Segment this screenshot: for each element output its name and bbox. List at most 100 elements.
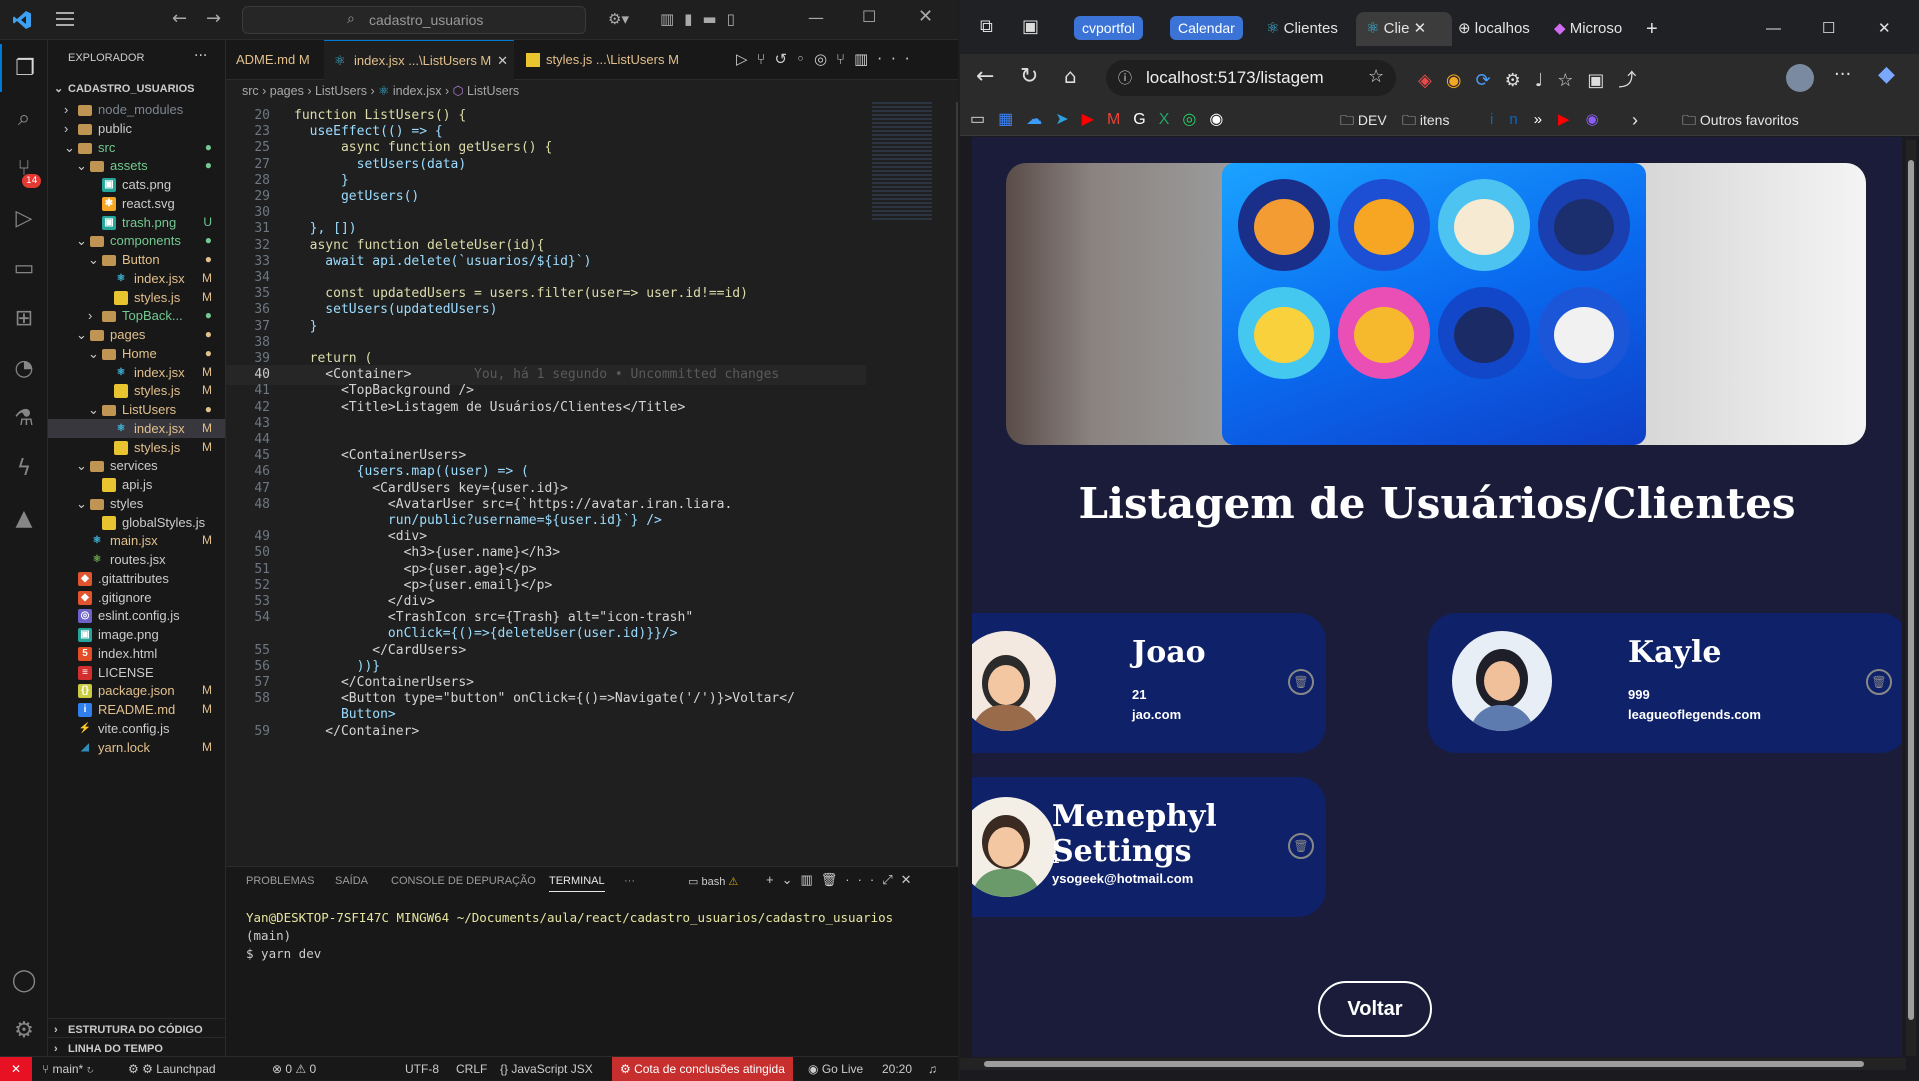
bell-icon[interactable]: ♫ [928, 1057, 937, 1081]
tree-file[interactable]: 5 index.html [48, 644, 225, 663]
explorer-icon[interactable]: ❐ [0, 44, 48, 92]
minimize-icon[interactable]: — [1766, 12, 1781, 46]
new-tab-button[interactable]: + [1646, 12, 1658, 46]
search-activity-icon[interactable]: ⌕ [0, 94, 48, 142]
tree-file[interactable]: ⚛ index.jsx M [48, 269, 225, 288]
remote-indicator[interactable]: ✕ [0, 1057, 32, 1081]
tree-folder[interactable]: › public [48, 119, 225, 138]
favorite-icons-row[interactable]: ▭▦☁➤▶MGX◎◉ [970, 110, 1236, 130]
account-icon[interactable]: ◯ [0, 956, 48, 1004]
favorite-folder-dev[interactable]: 🗀 DEV [1340, 110, 1387, 130]
address-bar[interactable]: ⓘ localhost:5173/listagem ☆ [1106, 60, 1396, 96]
root-folder[interactable]: ⌄ CADASTRO_USUARIOS [48, 78, 225, 101]
close-tab-icon[interactable]: ✕ [497, 41, 508, 81]
tree-folder[interactable]: ⌄ assets ● [48, 156, 225, 175]
page-scrollbar[interactable] [1906, 140, 1916, 1056]
tab-debug-console[interactable]: CONSOLE DE DEPURAÇÃO [391, 875, 536, 887]
tab-readme[interactable]: ADME.md M [226, 40, 324, 80]
thunder-client-icon[interactable]: ϟ [0, 444, 48, 492]
minimize-icon[interactable]: — [808, 8, 824, 27]
back-icon[interactable]: ← [976, 64, 994, 89]
trash-icon[interactable]: 🗑 [1288, 669, 1314, 695]
tree-file[interactable]: ▣ trash.png U [48, 213, 225, 232]
tab-microsoft[interactable]: ◆ Microso [1554, 12, 1622, 46]
tree-folder[interactable]: ⌄ services [48, 456, 225, 475]
tree-folder[interactable]: ⌄ components ● [48, 231, 225, 250]
tree-file[interactable]: ⚛ main.jsx M [48, 531, 225, 550]
url-text[interactable]: localhost:5173/listagem [1146, 68, 1324, 88]
trash-icon[interactable]: 🗑 [1288, 833, 1314, 859]
tab-localhost[interactable]: ⊕ localhos [1458, 12, 1530, 46]
settings-gear-icon[interactable]: ⚙ [0, 1006, 48, 1054]
close-tab-icon[interactable]: ✕ [1414, 20, 1427, 37]
command-center-search[interactable]: ⌕ cadastro_usuarios [242, 6, 586, 34]
more-menu-icon[interactable]: ··· [1834, 64, 1851, 85]
tab-terminal[interactable]: TERMINAL [549, 875, 605, 892]
tree-file[interactable]: styles.js M [48, 381, 225, 400]
tree-file[interactable]: ⚛ index.jsx M [48, 418, 225, 438]
extensions-icon[interactable]: ⊞ [0, 294, 48, 342]
close-icon[interactable]: ✕ [918, 6, 933, 27]
profile-avatar[interactable] [1786, 64, 1814, 92]
tab-group-calendar[interactable]: Calendar [1170, 16, 1243, 40]
tree-file[interactable]: {} package.json M [48, 681, 225, 700]
launchpad-status[interactable]: ⚙ ⚙ Launchpad [128, 1057, 216, 1081]
back-arrow-icon[interactable]: ← [172, 8, 187, 29]
tree-file[interactable]: i README.md M [48, 700, 225, 719]
favorite-star-icon[interactable]: ☆ [1368, 66, 1384, 87]
tree-folder[interactable]: ⌄ ListUsers ● [48, 400, 225, 419]
favorite-folder-itens[interactable]: 🗀 itens [1402, 110, 1449, 130]
extension-icons[interactable]: ◈◉⟳⚙♩☆▣⤴ [1418, 66, 1650, 92]
more-icon[interactable]: ··· [624, 875, 635, 887]
eol-status[interactable]: CRLF [456, 1057, 487, 1081]
tree-file[interactable]: ✱ react.svg [48, 194, 225, 213]
tab-actions-icon[interactable]: ▣ [1022, 16, 1039, 37]
timeline-section[interactable]: › LINHA DO TEMPO [48, 1037, 225, 1056]
terminal-actions[interactable]: +⌄▥🗑···⤢✕ [766, 872, 920, 888]
terminal-selector[interactable]: ▭ bash ⚠ [688, 875, 738, 888]
editor-actions[interactable]: ▷⑂↺◦◎⑂▥··· [736, 50, 919, 68]
copilot-icon[interactable]: ◆ [1878, 62, 1895, 87]
workspaces-icon[interactable]: ⧉ [980, 16, 993, 37]
horizontal-scrollbar[interactable] [960, 1058, 1906, 1070]
minimap[interactable] [866, 102, 956, 866]
info-icon[interactable]: ⓘ [1118, 68, 1132, 88]
tab-output[interactable]: SAÍDA [335, 875, 368, 887]
tab-clientes-active[interactable]: ⚛ Clie ✕ [1356, 12, 1452, 46]
tree-file[interactable]: ◆ .gitignore [48, 588, 225, 607]
tree-file[interactable]: ▣ cats.png [48, 175, 225, 194]
back-button[interactable]: Voltar [1318, 981, 1432, 1037]
editor-scrollbar[interactable] [956, 102, 958, 866]
tree-file[interactable]: styles.js M [48, 288, 225, 307]
source-control-icon[interactable]: ⑂ 14 [0, 144, 48, 192]
tab-index-jsx[interactable]: ⚛ index.jsx ...\ListUsers M ✕ [324, 40, 514, 80]
tree-file[interactable]: api.js [48, 475, 225, 494]
tree-file[interactable]: ◎ eslint.config.js [48, 606, 225, 625]
tree-file[interactable]: ⚛ index.jsx M [48, 363, 225, 382]
testing-icon[interactable]: ⚗ [0, 394, 48, 442]
tab-group-cvportfolio[interactable]: cvportfol [1074, 16, 1143, 40]
tree-folder[interactable]: ⌄ Button ● [48, 250, 225, 269]
tab-clientes[interactable]: ⚛ Clientes [1266, 12, 1338, 46]
menu-icon[interactable] [56, 12, 74, 26]
more-actions-icon[interactable]: ··· [194, 48, 207, 64]
remote-explorer-icon[interactable]: ▭ [0, 244, 48, 292]
maximize-icon[interactable]: ☐ [1822, 12, 1835, 46]
tab-styles-js[interactable]: styles.js ...\ListUsers M [516, 40, 686, 80]
tree-file[interactable]: styles.js M [48, 438, 225, 457]
maximize-icon[interactable]: ☐ [862, 7, 876, 26]
deploy-icon[interactable]: ▲ [0, 494, 48, 542]
tree-file[interactable]: globalStyles.js [48, 513, 225, 532]
tree-file[interactable]: ⚛ routes.jsx [48, 550, 225, 569]
tree-file[interactable]: ⚡ vite.config.js [48, 719, 225, 738]
more-favorites-chevron-icon[interactable]: › [1632, 110, 1638, 130]
tree-folder[interactable]: ⌄ Home ● [48, 344, 225, 363]
encoding-status[interactable]: UTF-8 [405, 1057, 439, 1081]
tree-folder[interactable]: › node_modules [48, 100, 225, 119]
close-icon[interactable]: ✕ [1878, 12, 1891, 46]
tree-folder[interactable]: › TopBack... ● [48, 306, 225, 325]
forward-arrow-icon[interactable]: → [206, 8, 221, 29]
layout-icons[interactable]: ▥▮▬▯ [660, 10, 745, 28]
tree-folder[interactable]: ⌄ styles [48, 494, 225, 513]
gitlens-icon[interactable]: ◔ [0, 344, 48, 392]
